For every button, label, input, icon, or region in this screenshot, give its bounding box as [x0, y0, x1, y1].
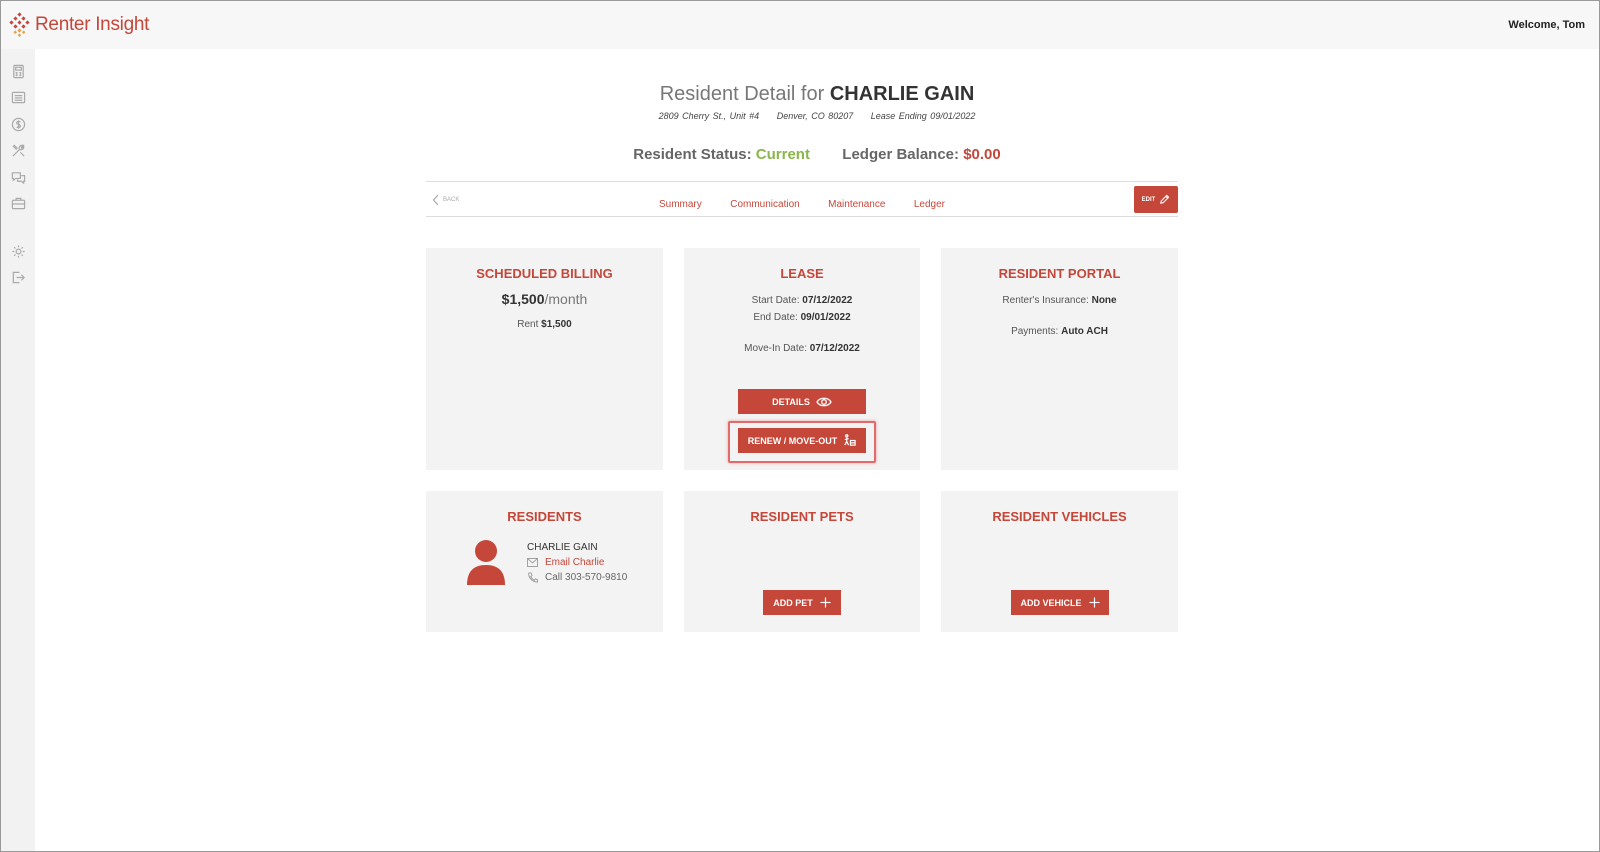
resident-pets-card: RESIDENT PETS ADD PET	[684, 491, 920, 632]
resident-contact: CHARLIE GAIN Email Charlie Call 303-570-…	[527, 542, 627, 583]
insurance-line: Renter's Insurance: None	[941, 295, 1178, 306]
logo[interactable]: Renter Insight	[7, 12, 149, 38]
sidebar-calculator-icon[interactable]	[10, 63, 26, 79]
logo-icon	[9, 12, 30, 37]
pencil-icon	[1160, 194, 1170, 204]
payments-value: Auto ACH	[1061, 326, 1108, 337]
movein-date-line: Move-In Date: 07/12/2022	[684, 343, 920, 354]
card-title: RESIDENT PORTAL	[998, 266, 1121, 281]
resident-name: CHARLIE GAIN	[829, 83, 975, 105]
rent-value: $1,500	[541, 319, 572, 330]
lease-ending: Lease Ending 09/01/2022	[870, 111, 976, 121]
payments-label: Payments:	[1011, 326, 1059, 337]
email-label: Email Charlie	[545, 557, 605, 568]
resident-portal-card: RESIDENT PORTAL Renter's Insurance: None…	[941, 248, 1178, 470]
renew-label: RENEW / MOVE-OUT	[747, 435, 838, 446]
status-label: Resident Status:	[633, 146, 752, 163]
card-title: SCHEDULED BILLING	[476, 266, 613, 281]
tab-ledger[interactable]: Ledger	[914, 199, 945, 210]
billing-amount: $1,500	[501, 291, 545, 307]
resident-vehicles-card: RESIDENT VEHICLES ADD VEHICLE	[941, 491, 1178, 632]
tab-bar: BACK Summary Communication Maintenance L…	[426, 181, 1178, 217]
add-vehicle-label: ADD VEHICLE	[1020, 597, 1082, 608]
billing-period: /month	[544, 291, 588, 307]
add-vehicle-button[interactable]: ADD VEHICLE	[1011, 590, 1109, 615]
move-out-icon	[844, 434, 856, 446]
sidebar-briefcase-icon[interactable]	[10, 195, 26, 211]
card-title: LEASE	[780, 266, 824, 281]
lease-card: LEASE Start Date: 07/12/2022 End Date: 0…	[684, 248, 920, 470]
status-value: Current	[755, 146, 810, 163]
balance-label: Ledger Balance:	[842, 146, 960, 163]
tab-communication[interactable]: Communication	[730, 199, 799, 210]
sidebar	[1, 49, 35, 851]
top-bar: Renter Insight Welcome, Tom	[1, 1, 1599, 49]
details-button[interactable]: DETAILS	[738, 389, 866, 414]
sidebar-tools-icon[interactable]	[10, 142, 26, 158]
status-line: Resident Status: Current Ledger Balance:…	[35, 146, 1599, 163]
tabs: Summary Communication Maintenance Ledger	[426, 194, 1178, 212]
end-label: End Date:	[753, 312, 798, 323]
residents-card: RESIDENTS CHARLIE GAIN Email Charlie Cal…	[426, 491, 663, 632]
add-pet-button[interactable]: ADD PET	[763, 590, 841, 615]
card-title: RESIDENTS	[507, 509, 582, 524]
add-pet-label: ADD PET	[773, 597, 813, 608]
details-label: DETAILS	[772, 396, 810, 407]
rent-line: Rent $1,500	[426, 319, 663, 330]
envelope-icon	[527, 558, 538, 567]
payments-line: Payments: Auto ACH	[941, 326, 1178, 337]
city: Denver, CO 80207	[776, 111, 854, 121]
page-title-prefix: Resident Detail for	[659, 83, 825, 105]
call-link[interactable]: Call 303-570-9810	[527, 572, 627, 583]
plus-icon	[1088, 597, 1100, 608]
avatar	[467, 540, 505, 585]
edit-button[interactable]: EDIT	[1134, 186, 1178, 213]
edit-label: EDIT	[1141, 196, 1156, 203]
insurance-value: None	[1091, 295, 1117, 306]
main-content: Resident Detail for CHARLIE GAIN 2809 Ch…	[35, 49, 1599, 851]
plus-icon	[820, 597, 831, 608]
tab-summary[interactable]: Summary	[659, 199, 702, 210]
email-link[interactable]: Email Charlie	[527, 557, 627, 568]
card-title: RESIDENT PETS	[750, 509, 854, 524]
end-date-line: End Date: 09/01/2022	[684, 312, 920, 323]
resident-contact-name: CHARLIE GAIN	[527, 542, 598, 553]
eye-icon	[816, 397, 832, 406]
welcome-user[interactable]: Welcome, Tom	[1508, 19, 1585, 31]
movein-value: 07/12/2022	[809, 343, 860, 354]
sidebar-list-icon[interactable]	[10, 89, 26, 105]
scheduled-billing-card: SCHEDULED BILLING $1,500/month Rent $1,5…	[426, 248, 663, 470]
balance-value: $0.00	[963, 146, 1001, 163]
billing-amount-line: $1,500/month	[426, 291, 663, 307]
movein-label: Move-In Date:	[744, 343, 807, 354]
start-date-line: Start Date: 07/12/2022	[684, 295, 920, 306]
sidebar-gear-icon[interactable]	[10, 243, 26, 259]
insurance-label: Renter's Insurance:	[1002, 295, 1089, 306]
phone-icon	[528, 572, 538, 583]
call-label: Call 303-570-9810	[545, 572, 628, 583]
card-title: RESIDENT VEHICLES	[992, 509, 1127, 524]
sidebar-dollar-icon[interactable]	[10, 116, 26, 132]
end-value: 09/01/2022	[800, 312, 851, 323]
rent-label: Rent	[517, 319, 539, 330]
sidebar-logout-icon[interactable]	[10, 269, 26, 285]
start-value: 07/12/2022	[802, 295, 853, 306]
renew-move-out-button[interactable]: RENEW / MOVE-OUT	[738, 428, 866, 453]
sidebar-chat-icon[interactable]	[10, 169, 26, 185]
page-title: Resident Detail for CHARLIE GAIN	[35, 83, 1599, 106]
address: 2809 Cherry St., Unit #4	[658, 111, 760, 121]
logo-text: Renter Insight	[35, 14, 150, 35]
tab-maintenance[interactable]: Maintenance	[828, 199, 885, 210]
start-label: Start Date:	[751, 295, 800, 306]
resident-address-line: 2809 Cherry St., Unit #4 Denver, CO 8020…	[35, 111, 1599, 121]
